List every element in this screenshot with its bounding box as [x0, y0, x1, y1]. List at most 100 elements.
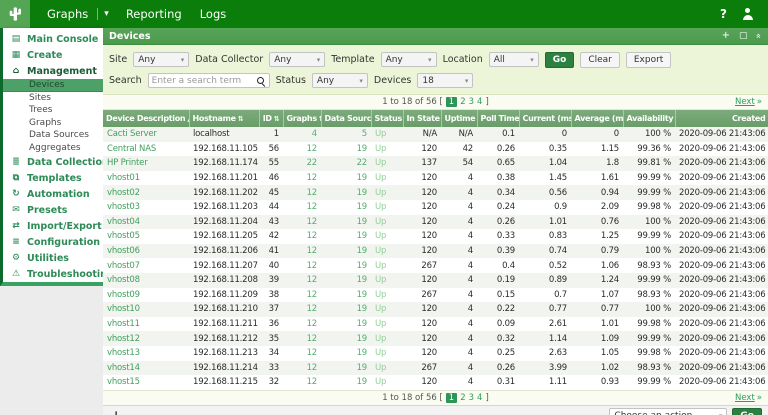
- search-icon[interactable]: [257, 77, 264, 84]
- cell-data-sources[interactable]: 19: [321, 317, 371, 332]
- sidebar-item-main-console[interactable]: ▤Main Console: [3, 31, 103, 47]
- cell-device-description[interactable]: vhost05: [103, 229, 189, 244]
- cell-data-sources[interactable]: 19: [321, 171, 371, 186]
- cell-data-sources[interactable]: 19: [321, 215, 371, 230]
- column-header-current-ms[interactable]: Current (ms)⇅: [519, 110, 571, 127]
- cell-device-description[interactable]: vhost10: [103, 302, 189, 317]
- sidebar-subitem-graphs[interactable]: Graphs: [3, 117, 103, 130]
- filter-clear-button[interactable]: Clear: [580, 52, 620, 68]
- cell-data-sources[interactable]: 19: [321, 375, 371, 390]
- sidebar-item-presets[interactable]: ✉Presets: [3, 202, 103, 218]
- cell-graphs[interactable]: 12: [283, 331, 321, 346]
- page-link-1[interactable]: 1: [446, 97, 457, 107]
- cell-data-sources[interactable]: 19: [321, 200, 371, 215]
- cell-device-description[interactable]: HP Printer: [103, 156, 189, 171]
- page-link-4[interactable]: 4: [477, 97, 482, 107]
- location-select[interactable]: All▾: [489, 52, 539, 67]
- cell-device-description[interactable]: vhost06: [103, 244, 189, 259]
- sidebar-item-import-export[interactable]: ⇄Import/Export: [3, 218, 103, 234]
- collapse-panel-icon[interactable]: »: [754, 33, 764, 39]
- cell-data-sources[interactable]: 19: [321, 302, 371, 317]
- cell-device-description[interactable]: vhost13: [103, 346, 189, 361]
- page-link-3[interactable]: 3: [469, 393, 474, 403]
- page-link-3[interactable]: 3: [469, 97, 474, 107]
- user-icon[interactable]: [741, 8, 754, 20]
- cell-device-description[interactable]: vhost14: [103, 361, 189, 376]
- cell-data-sources[interactable]: 22: [321, 156, 371, 171]
- cell-device-description[interactable]: vhost07: [103, 258, 189, 273]
- column-header-status[interactable]: Status⇅: [371, 110, 403, 127]
- cell-data-sources[interactable]: 19: [321, 142, 371, 157]
- cell-graphs[interactable]: 12: [283, 229, 321, 244]
- cell-graphs[interactable]: 22: [283, 156, 321, 171]
- cell-graphs[interactable]: 12: [283, 361, 321, 376]
- cell-data-sources[interactable]: 19: [321, 273, 371, 288]
- cell-device-description[interactable]: vhost01: [103, 171, 189, 186]
- cell-data-sources[interactable]: 19: [321, 229, 371, 244]
- cell-graphs[interactable]: 12: [283, 171, 321, 186]
- column-header-graphs[interactable]: Graphs⇅: [283, 110, 321, 127]
- column-header-in-state[interactable]: In State⇅: [403, 110, 441, 127]
- column-header-availability[interactable]: Availability⇅: [623, 110, 675, 127]
- cell-graphs[interactable]: 12: [283, 185, 321, 200]
- cell-device-description[interactable]: vhost04: [103, 215, 189, 230]
- cell-data-sources[interactable]: 19: [321, 331, 371, 346]
- sidebar-item-utilities[interactable]: ⚙Utilities: [3, 250, 103, 266]
- search-input[interactable]: [152, 76, 257, 86]
- cell-graphs[interactable]: 12: [283, 273, 321, 288]
- cell-device-description[interactable]: vhost09: [103, 288, 189, 303]
- filter-export-button[interactable]: Export: [626, 52, 671, 68]
- cell-graphs[interactable]: 12: [283, 317, 321, 332]
- column-header-uptime[interactable]: Uptime⇅: [441, 110, 477, 127]
- cell-device-description[interactable]: vhost11: [103, 317, 189, 332]
- cell-device-description[interactable]: Central NAS: [103, 142, 189, 157]
- cell-graphs[interactable]: 12: [283, 215, 321, 230]
- cell-graphs[interactable]: 12: [283, 200, 321, 215]
- cell-graphs[interactable]: 12: [283, 375, 321, 390]
- cell-graphs[interactable]: 12: [283, 302, 321, 317]
- cell-graphs[interactable]: 12: [283, 258, 321, 273]
- sidebar-subitem-data-sources[interactable]: Data Sources: [3, 129, 103, 142]
- fullscreen-icon[interactable]: ▢: [739, 31, 748, 41]
- cell-device-description[interactable]: vhost08: [103, 273, 189, 288]
- cell-data-sources[interactable]: 19: [321, 258, 371, 273]
- column-header-hostname[interactable]: Hostname⇅: [189, 110, 259, 127]
- cell-graphs[interactable]: 12: [283, 346, 321, 361]
- graphs-dropdown-caret-icon[interactable]: ▾: [97, 8, 117, 20]
- cell-data-sources[interactable]: 19: [321, 244, 371, 259]
- column-header-created[interactable]: Created: [675, 110, 768, 127]
- cell-data-sources[interactable]: 19: [321, 185, 371, 200]
- devices-per-page-select[interactable]: 18▾: [417, 73, 473, 88]
- cell-graphs[interactable]: 12: [283, 288, 321, 303]
- cell-data-sources[interactable]: 19: [321, 346, 371, 361]
- status-select[interactable]: Any▾: [312, 73, 368, 88]
- sidebar-item-data-collection[interactable]: ≣Data Collection: [3, 154, 103, 170]
- sidebar-item-templates[interactable]: ⧉Templates: [3, 170, 103, 186]
- tab-reporting[interactable]: Reporting: [117, 0, 191, 28]
- cell-device-description[interactable]: vhost12: [103, 331, 189, 346]
- add-device-icon[interactable]: +: [722, 31, 730, 41]
- data-collector-select[interactable]: Any▾: [269, 52, 325, 67]
- tab-logs[interactable]: Logs: [191, 0, 236, 28]
- column-header-id[interactable]: ID⇅: [259, 110, 283, 127]
- sidebar-subitem-aggregates[interactable]: Aggregates: [3, 142, 103, 155]
- sidebar-subitem-devices[interactable]: Devices: [3, 79, 103, 92]
- sidebar-item-management[interactable]: ⌂Management: [3, 63, 103, 79]
- tab-graphs[interactable]: Graphs: [38, 0, 97, 28]
- column-header-data-sources[interactable]: Data Sources⇅: [321, 110, 371, 127]
- sidebar-item-troubleshooting[interactable]: ⚠Troubleshooting: [3, 266, 103, 282]
- sidebar-subitem-trees[interactable]: Trees: [3, 104, 103, 117]
- sidebar-item-automation[interactable]: ↻Automation: [3, 186, 103, 202]
- sidebar-item-create[interactable]: ▦Create: [3, 47, 103, 63]
- column-header-device-description[interactable]: Device Description▲: [103, 110, 189, 127]
- cacti-logo[interactable]: [0, 0, 30, 28]
- page-link-4[interactable]: 4: [477, 393, 482, 403]
- action-select[interactable]: Choose an action▾: [609, 408, 727, 415]
- sidebar-item-configuration[interactable]: ≡Configuration: [3, 234, 103, 250]
- column-header-average-ms[interactable]: Average (ms)⇅: [571, 110, 623, 127]
- next-page-link[interactable]: Next: [735, 393, 755, 403]
- cell-device-description[interactable]: vhost15: [103, 375, 189, 390]
- cell-device-description[interactable]: vhost03: [103, 200, 189, 215]
- page-link-1[interactable]: 1: [446, 393, 457, 403]
- filter-go-button[interactable]: Go: [545, 52, 575, 68]
